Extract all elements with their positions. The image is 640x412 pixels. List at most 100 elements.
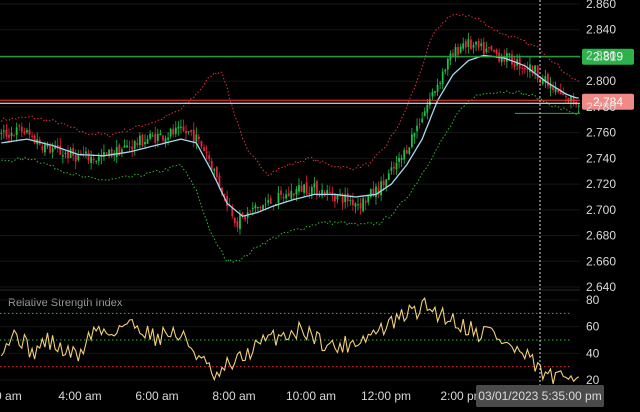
candle-body bbox=[398, 157, 400, 162]
candle-body bbox=[169, 129, 172, 137]
candle-body bbox=[423, 111, 426, 117]
candle-body bbox=[126, 145, 128, 148]
candle-body bbox=[198, 136, 200, 140]
candle-body bbox=[298, 184, 300, 192]
candle-body bbox=[92, 158, 95, 161]
candle-body bbox=[159, 133, 162, 136]
candle-body bbox=[146, 139, 149, 144]
candle-body bbox=[154, 133, 157, 143]
candle-body bbox=[536, 65, 539, 80]
candle-body bbox=[300, 185, 303, 192]
candle-body bbox=[313, 183, 316, 188]
candle-body bbox=[459, 46, 462, 53]
candle-body bbox=[316, 181, 318, 196]
candle-body bbox=[310, 187, 313, 196]
candle-body bbox=[131, 146, 134, 150]
candle-body bbox=[282, 196, 285, 199]
candle-body bbox=[521, 67, 524, 69]
indicator-tick-label: 80 bbox=[586, 293, 600, 307]
candle-body bbox=[149, 133, 152, 139]
candle-body bbox=[195, 134, 198, 142]
candle-body bbox=[295, 189, 298, 195]
candle-body bbox=[362, 198, 365, 212]
candle-body bbox=[464, 40, 467, 48]
candle-body bbox=[254, 205, 257, 209]
candle-body bbox=[10, 133, 13, 136]
candle-body bbox=[328, 192, 331, 194]
candle-body bbox=[285, 194, 288, 199]
price-tick-label: 2.740 bbox=[586, 151, 616, 165]
candle-body bbox=[136, 142, 139, 145]
candle-body bbox=[454, 46, 457, 57]
candle-body bbox=[475, 41, 477, 45]
candle-body bbox=[187, 131, 190, 133]
candle-body bbox=[359, 203, 362, 209]
candle-body bbox=[69, 149, 72, 158]
price-tick-label: 2.780 bbox=[586, 100, 616, 114]
indicator-tick-label: 20 bbox=[586, 373, 600, 387]
price-tick-label: 2.820 bbox=[586, 48, 616, 62]
candle-body bbox=[367, 195, 370, 203]
candle-body bbox=[144, 141, 146, 145]
candle-body bbox=[2, 130, 5, 132]
candle-body bbox=[354, 203, 357, 207]
candle-body bbox=[115, 146, 118, 158]
candle-body bbox=[61, 155, 64, 157]
candle-body bbox=[488, 47, 490, 49]
candle-body bbox=[264, 203, 267, 205]
candle-body bbox=[18, 125, 21, 127]
candle-body bbox=[208, 155, 211, 160]
indicator-tick-label: 60 bbox=[586, 320, 600, 334]
candle-body bbox=[526, 68, 529, 71]
candle-body bbox=[23, 131, 26, 134]
candle-body bbox=[523, 68, 526, 70]
candle-body bbox=[200, 141, 203, 147]
candle-body bbox=[213, 169, 216, 171]
candle-body bbox=[26, 130, 28, 133]
price-tick-label: 2.660 bbox=[586, 254, 616, 268]
candle-body bbox=[393, 166, 395, 169]
candle-body bbox=[375, 186, 377, 198]
candle-body bbox=[382, 180, 385, 186]
indicator-tick-label: 40 bbox=[586, 346, 600, 360]
candle-body bbox=[85, 151, 87, 154]
candle-body bbox=[172, 128, 175, 135]
candle-body bbox=[97, 156, 100, 162]
candle-body bbox=[490, 45, 493, 51]
candle-body bbox=[59, 145, 62, 155]
candle-body bbox=[439, 82, 442, 84]
chart-svg[interactable]: 2.8192.784 2.6402.6602.6802.7002.7202.74… bbox=[0, 0, 640, 412]
chart-stage[interactable]: 2.819 2.784 2.640 2.660 2.680 2.700 2.720 2.74… bbox=[0, 0, 640, 412]
candle-body bbox=[141, 134, 144, 146]
candle-body bbox=[428, 98, 431, 106]
candle-body bbox=[182, 126, 185, 131]
time-tick-label: 12:00 pm bbox=[361, 389, 411, 403]
candle-body bbox=[436, 84, 439, 92]
candle-body bbox=[408, 147, 411, 154]
candle-body bbox=[177, 126, 180, 129]
candle-body bbox=[416, 125, 418, 132]
candle-body bbox=[482, 41, 485, 55]
candle-body bbox=[564, 95, 567, 97]
candle-body bbox=[67, 151, 69, 159]
candle-body bbox=[164, 138, 167, 143]
candle-body bbox=[51, 148, 54, 153]
candle-body bbox=[326, 189, 329, 195]
price-tick-label: 2.800 bbox=[586, 74, 616, 88]
candle-body bbox=[244, 216, 246, 220]
candle-body bbox=[349, 200, 352, 202]
candle-body bbox=[133, 141, 136, 149]
candle-body bbox=[421, 118, 424, 123]
candle-body bbox=[185, 130, 187, 134]
candle-body bbox=[508, 53, 511, 55]
candle-body bbox=[441, 71, 444, 84]
candle-body bbox=[341, 195, 344, 203]
candle-body bbox=[156, 134, 159, 141]
chart-background bbox=[0, 0, 640, 412]
time-tick-label: 6:00 am bbox=[135, 389, 178, 403]
candle-body bbox=[251, 207, 254, 210]
time-tick-label: 2:00 am bbox=[0, 389, 22, 403]
candle-body bbox=[33, 135, 36, 144]
candle-body bbox=[95, 160, 98, 162]
candle-body bbox=[280, 190, 282, 195]
